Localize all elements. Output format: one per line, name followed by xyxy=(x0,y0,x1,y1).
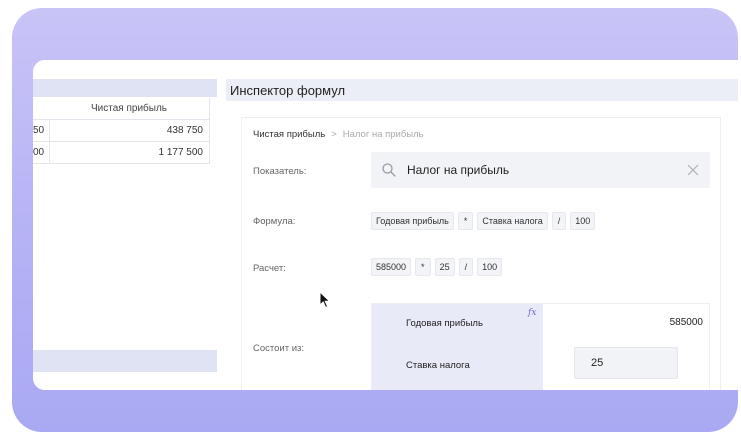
components-table: Годовая прибыль fx 585000 Ставка налога … xyxy=(371,303,710,390)
formula-operator: * xyxy=(457,212,474,230)
indicator-search-field[interactable]: Налог на прибыль xyxy=(371,152,710,188)
table-cell[interactable]: 1 177 500 xyxy=(50,142,209,163)
calc-chip: 585000 xyxy=(371,258,412,276)
data-table-panel: Чистая прибыль 50 438 750 00 1 177 500 xyxy=(33,60,217,390)
formula-fx-icon[interactable]: fx xyxy=(528,308,536,318)
table-panel-header xyxy=(33,79,217,97)
formula-label: Формула: xyxy=(253,216,296,227)
formula-operator: / xyxy=(551,212,567,230)
component-name[interactable]: Годовая прибыль xyxy=(406,318,483,329)
close-icon[interactable] xyxy=(686,163,700,177)
tax-rate-input[interactable]: 25 xyxy=(574,347,678,379)
cursor-icon xyxy=(319,291,331,309)
search-icon xyxy=(382,163,396,177)
formula-chips: Годовая прибыль * Ставка налога / 100 xyxy=(371,212,596,230)
column-header-net-profit[interactable]: Чистая прибыль xyxy=(49,98,209,119)
inspector-body: Чистая прибыль > Налог на прибыль Показа… xyxy=(241,117,721,390)
consists-label: Состоит из: xyxy=(253,343,305,354)
table-header-row: Чистая прибыль xyxy=(33,98,209,120)
calc-chip: 100 xyxy=(477,258,503,276)
formula-chip: 100 xyxy=(570,212,596,230)
app-window: Чистая прибыль 50 438 750 00 1 177 500 И… xyxy=(33,60,738,390)
calc-operator: / xyxy=(458,258,474,276)
indicator-label: Показатель: xyxy=(253,166,307,177)
table-cell[interactable]: 00 xyxy=(33,142,50,163)
component-name[interactable]: Ставка налога xyxy=(406,360,470,371)
data-table: Чистая прибыль 50 438 750 00 1 177 500 xyxy=(33,98,210,164)
table-row[interactable]: 50 438 750 xyxy=(33,120,209,142)
inspector-title: Инспектор формул xyxy=(226,79,738,101)
table-row[interactable]: 00 1 177 500 xyxy=(33,142,209,164)
breadcrumb-separator: > xyxy=(331,129,337,140)
components-name-column xyxy=(372,304,543,390)
breadcrumb-current: Налог на прибыль xyxy=(342,129,424,140)
formula-inspector: Инспектор формул Чистая прибыль > Налог … xyxy=(226,60,738,390)
breadcrumb-root[interactable]: Чистая прибыль xyxy=(253,129,325,140)
breadcrumb: Чистая прибыль > Налог на прибыль xyxy=(253,129,424,140)
calc-chips: 585000 * 25 / 100 xyxy=(371,258,503,276)
formula-chip[interactable]: Ставка налога xyxy=(477,212,548,230)
calc-chip: 25 xyxy=(434,258,455,276)
table-panel-footer xyxy=(33,350,217,372)
component-value: 585000 xyxy=(669,317,703,328)
calc-label: Расчет: xyxy=(253,263,286,274)
calc-operator: * xyxy=(415,258,431,276)
table-cell[interactable]: 438 750 xyxy=(50,120,209,141)
search-input[interactable]: Налог на прибыль xyxy=(407,163,686,177)
formula-chip[interactable]: Годовая прибыль xyxy=(371,212,454,230)
table-cell[interactable]: 50 xyxy=(33,120,50,141)
